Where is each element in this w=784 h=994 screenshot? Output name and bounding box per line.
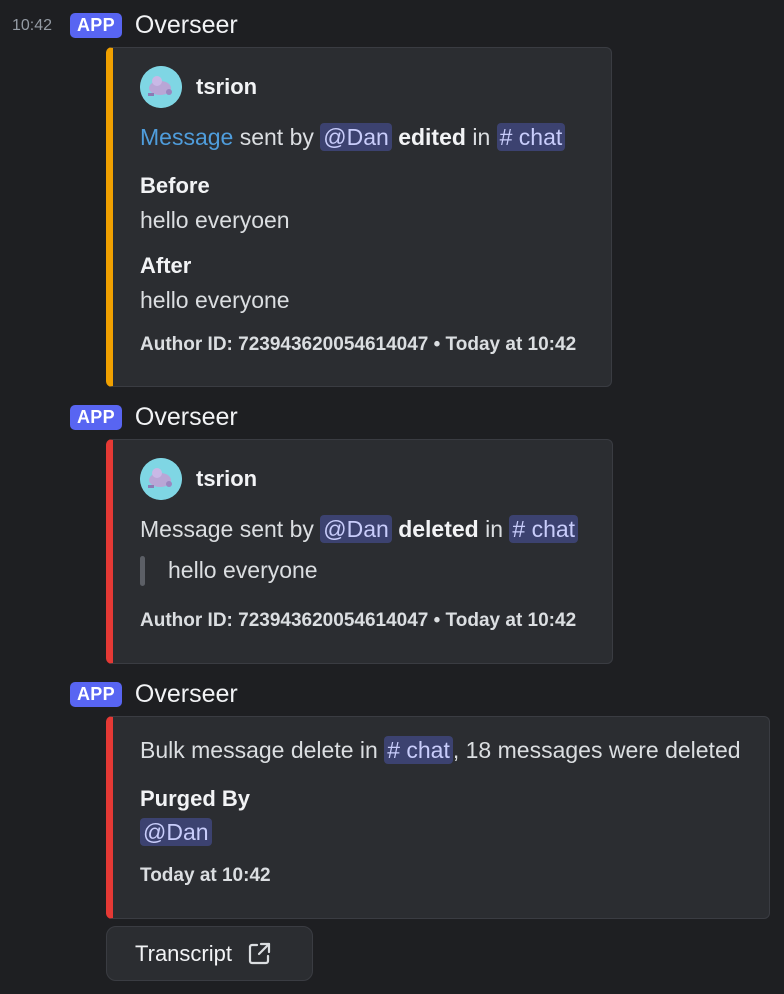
description-text: sent by: [233, 124, 321, 150]
action-text: edited: [398, 124, 466, 150]
embed-description: Bulk message delete in # chat, 18 messag…: [140, 736, 741, 764]
app-badge: APP: [70, 681, 122, 707]
embed-description: Message sent by @Dan deleted in # chat: [140, 515, 579, 543]
in-text: in: [478, 516, 510, 542]
transcript-button[interactable]: Transcript: [106, 926, 313, 981]
user-mention[interactable]: @Dan: [320, 515, 392, 543]
transcript-button-label: Transcript: [135, 940, 232, 966]
bot-author-name[interactable]: Overseer: [135, 404, 238, 430]
in-text: in: [465, 124, 497, 150]
user-mention[interactable]: @Dan: [140, 818, 212, 846]
embed-footer: Author ID: 723943620054614047 • Today at…: [140, 334, 577, 355]
app-badge: APP: [70, 404, 122, 430]
bot-author-name[interactable]: Overseer: [135, 12, 238, 38]
message-header: APP Overseer: [70, 12, 238, 38]
embed-author-name[interactable]: tsrion: [196, 466, 257, 492]
action-text: deleted: [398, 516, 479, 542]
embed-author: tsrion: [140, 66, 257, 108]
avatar[interactable]: [140, 66, 182, 108]
message-timestamp: 10:42: [12, 17, 53, 34]
channel-mention[interactable]: # chat: [384, 736, 453, 764]
avatar[interactable]: [140, 458, 182, 500]
description-text: Bulk message delete in: [140, 737, 385, 763]
field-after-value: hello everyone: [140, 287, 290, 313]
embed-author-name[interactable]: tsrion: [196, 74, 257, 100]
description-text: Message sent by: [140, 516, 321, 542]
embed-footer: Author ID: 723943620054614047 • Today at…: [140, 610, 577, 631]
field-before-name: Before: [140, 173, 210, 198]
message-header: APP Overseer: [70, 404, 238, 430]
embed-edited: tsrion Message sent by @Dan edited in # …: [106, 47, 612, 387]
embed-footer: Today at 10:42: [140, 865, 271, 886]
field-after-name: After: [140, 253, 192, 278]
external-link-icon: [248, 942, 271, 964]
avatar-image-icon: [140, 66, 182, 108]
user-mention[interactable]: @Dan: [320, 123, 392, 151]
channel-mention[interactable]: # chat: [496, 123, 566, 151]
field-before-value: hello everyoen: [140, 207, 290, 233]
avatar-image-icon: [140, 458, 182, 500]
field-purged-by-value: @Dan: [140, 818, 212, 846]
embed-description: Message sent by @Dan edited in # chat: [140, 123, 566, 151]
bot-author-name[interactable]: Overseer: [135, 681, 238, 707]
description-suffix: , 18 messages were deleted: [452, 737, 741, 763]
channel-mention[interactable]: # chat: [509, 515, 579, 543]
embed-bulk-delete: Bulk message delete in # chat, 18 messag…: [106, 716, 770, 919]
deleted-message-quote: hello everyone: [168, 557, 318, 583]
quote-bar: [140, 556, 145, 586]
message-header: APP Overseer: [70, 681, 238, 707]
field-purged-by-name: Purged By: [140, 786, 251, 811]
embed-deleted: tsrion Message sent by @Dan deleted in #…: [106, 439, 613, 664]
app-badge: APP: [70, 12, 122, 38]
embed-author: tsrion: [140, 458, 257, 500]
message-link[interactable]: Message: [140, 124, 233, 150]
